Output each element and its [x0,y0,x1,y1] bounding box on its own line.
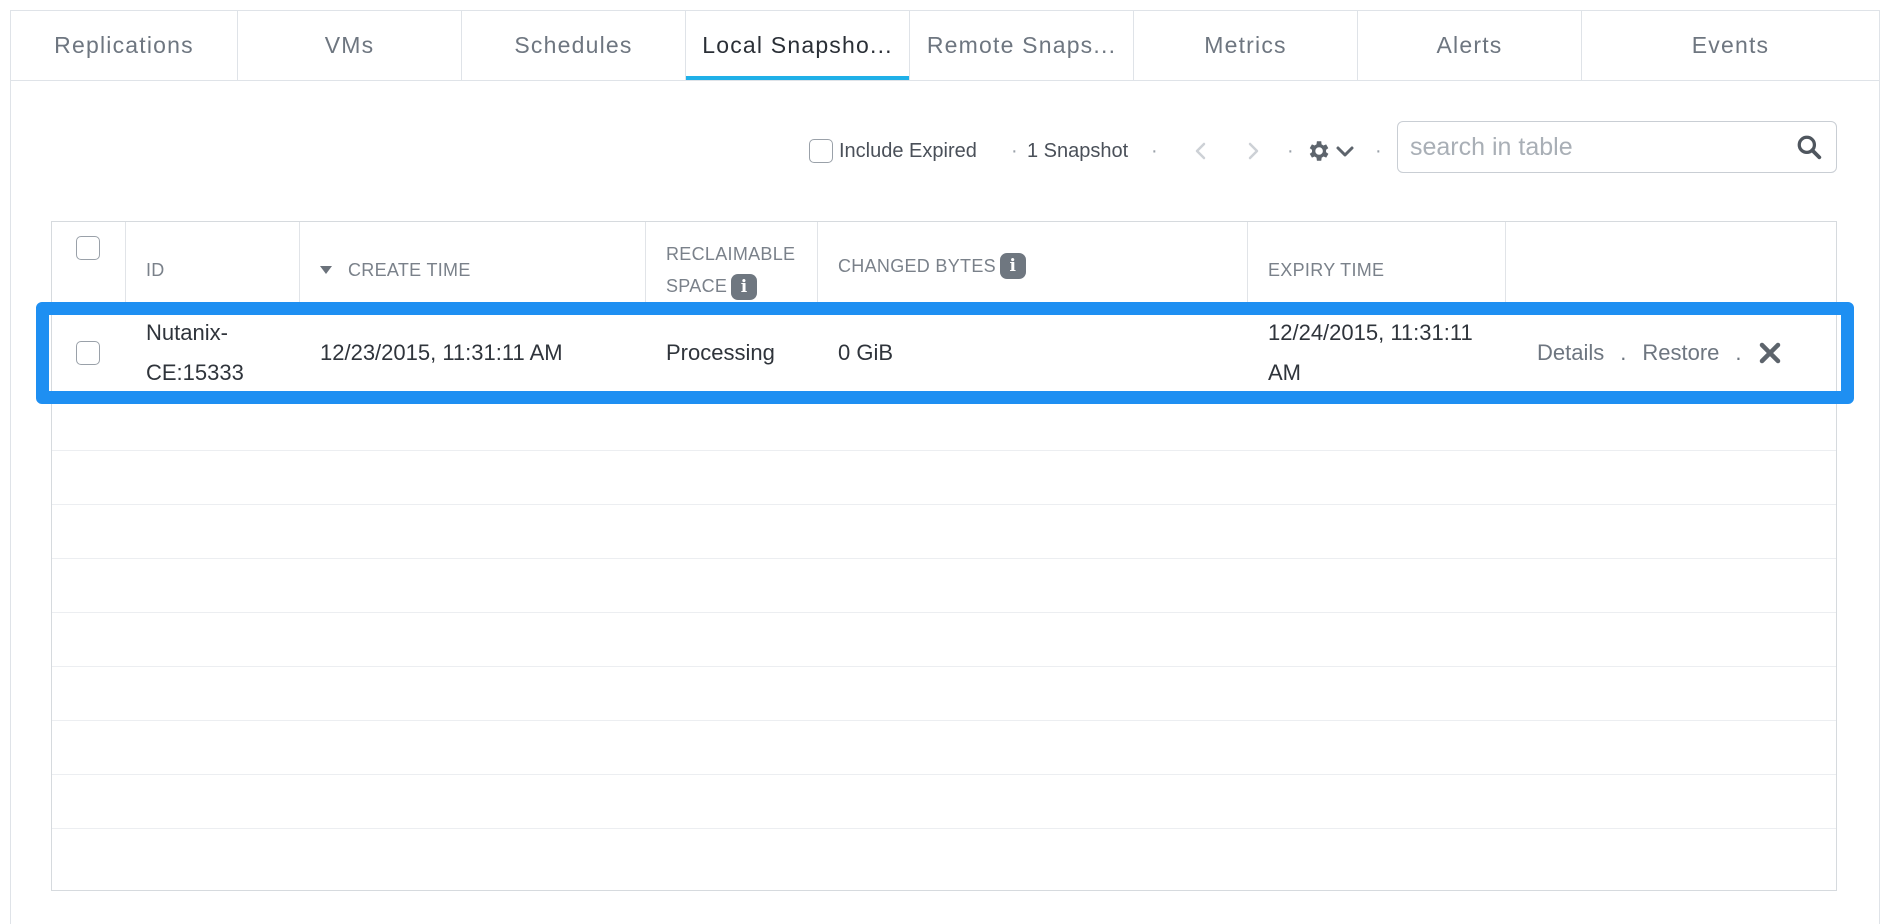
column-header-id-label: ID [146,260,165,280]
column-header-actions [1506,222,1836,310]
tab-alerts[interactable]: Alerts [1358,11,1582,80]
column-header-expiry-time[interactable]: EXPIRY TIME [1248,222,1506,310]
search-icon[interactable] [1796,134,1822,160]
chevron-down-icon [1336,146,1354,157]
snapshot-reclaimable-space: Processing [666,340,775,365]
row-checkbox[interactable] [76,341,100,365]
column-header-reclaimable-space-label: RECLAIMABLE SPACE i [666,238,795,302]
snapshot-expiry-line1: 12/24/2015, 11:31:11 [1268,320,1473,345]
toolbar-separator: · [1287,139,1294,162]
row-select-cell [52,310,126,396]
empty-row [52,505,1836,559]
snapshot-count: 1 Snapshot [1027,139,1129,162]
snapshot-expiry-line2: AM [1268,360,1301,385]
tab-vms[interactable]: VMs [238,11,462,80]
restore-link[interactable]: Restore [1642,340,1719,366]
empty-row [52,667,1836,721]
include-expired-checkbox[interactable] [809,139,833,163]
column-header-reclaimable-line2: SPACE [666,276,728,296]
table-settings-button[interactable] [1305,121,1355,181]
empty-row [52,451,1836,505]
chevron-right-icon[interactable] [1243,141,1263,161]
table-toolbar: Include Expired · 1 Snapshot · · · [11,121,1879,181]
action-separator: . [1620,340,1627,365]
delete-icon[interactable] [1758,341,1782,365]
table-search [1397,121,1837,173]
sort-descending-icon [320,266,332,274]
include-expired-toggle[interactable]: Include Expired [809,121,977,181]
column-header-create-time[interactable]: CREATE TIME [300,222,646,310]
toolbar-separator: · [1011,139,1018,162]
tab-local-snapshots[interactable]: Local Snapsho... [686,11,910,80]
row-actions: Details . Restore . [1537,310,1782,396]
search-input[interactable] [1410,130,1780,164]
info-icon[interactable]: i [999,253,1026,279]
action-separator: . [1735,340,1742,365]
chevron-left-icon[interactable] [1191,141,1211,161]
column-header-id[interactable]: ID [126,222,300,310]
tab-events[interactable]: Events [1582,11,1879,80]
column-header-reclaimable-space[interactable]: RECLAIMABLE SPACE i [646,222,818,310]
info-icon[interactable]: i [731,274,758,301]
column-header-reclaimable-line1: RECLAIMABLE [666,244,796,264]
tab-metrics[interactable]: Metrics [1134,11,1358,80]
column-header-create-time-label: CREATE TIME [348,260,471,280]
snapshot-id-line2: CE:15333 [146,360,244,385]
column-header-changed-bytes[interactable]: CHANGED BYTES i [818,222,1248,310]
empty-row [52,775,1836,829]
table-row[interactable]: Nutanix- CE:15333 12/23/2015, 11:31:11 AM… [52,310,1836,396]
tab-replications[interactable]: Replications [11,11,238,80]
toolbar-separator: · [1375,139,1382,162]
tab-remote-snapshots[interactable]: Remote Snaps... [910,11,1134,80]
toolbar-separator: · [1151,139,1158,162]
details-link[interactable]: Details [1537,340,1604,366]
select-all-checkbox[interactable] [76,236,100,260]
protection-domain-panel: Replications VMs Schedules Local Snapsho… [10,10,1880,924]
empty-row [52,613,1836,667]
include-expired-label: Include Expired [839,139,977,162]
column-header-expiry-time-label: EXPIRY TIME [1268,260,1385,280]
snapshot-expiry-time: 12/24/2015, 11:31:11 AM [1248,310,1506,396]
snapshot-id: Nutanix- CE:15333 [126,310,300,396]
tab-bar: Replications VMs Schedules Local Snapsho… [11,11,1879,81]
empty-row [52,559,1836,613]
snapshot-id-line1: Nutanix- [146,320,228,345]
snapshot-create-time: 12/23/2015, 11:31:11 AM [320,340,563,365]
gear-icon [1309,141,1329,161]
tab-schedules[interactable]: Schedules [462,11,686,80]
select-all-cell [52,222,126,310]
snapshots-table: ID CREATE TIME RECLAIMABLE SPACE i CHANGE… [51,221,1837,891]
empty-row [52,721,1836,775]
column-header-changed-bytes-label: CHANGED BYTES [838,256,996,276]
snapshot-changed-bytes: 0 GiB [838,340,894,365]
empty-row [52,397,1836,451]
table-header: ID CREATE TIME RECLAIMABLE SPACE i CHANGE… [52,222,1836,310]
